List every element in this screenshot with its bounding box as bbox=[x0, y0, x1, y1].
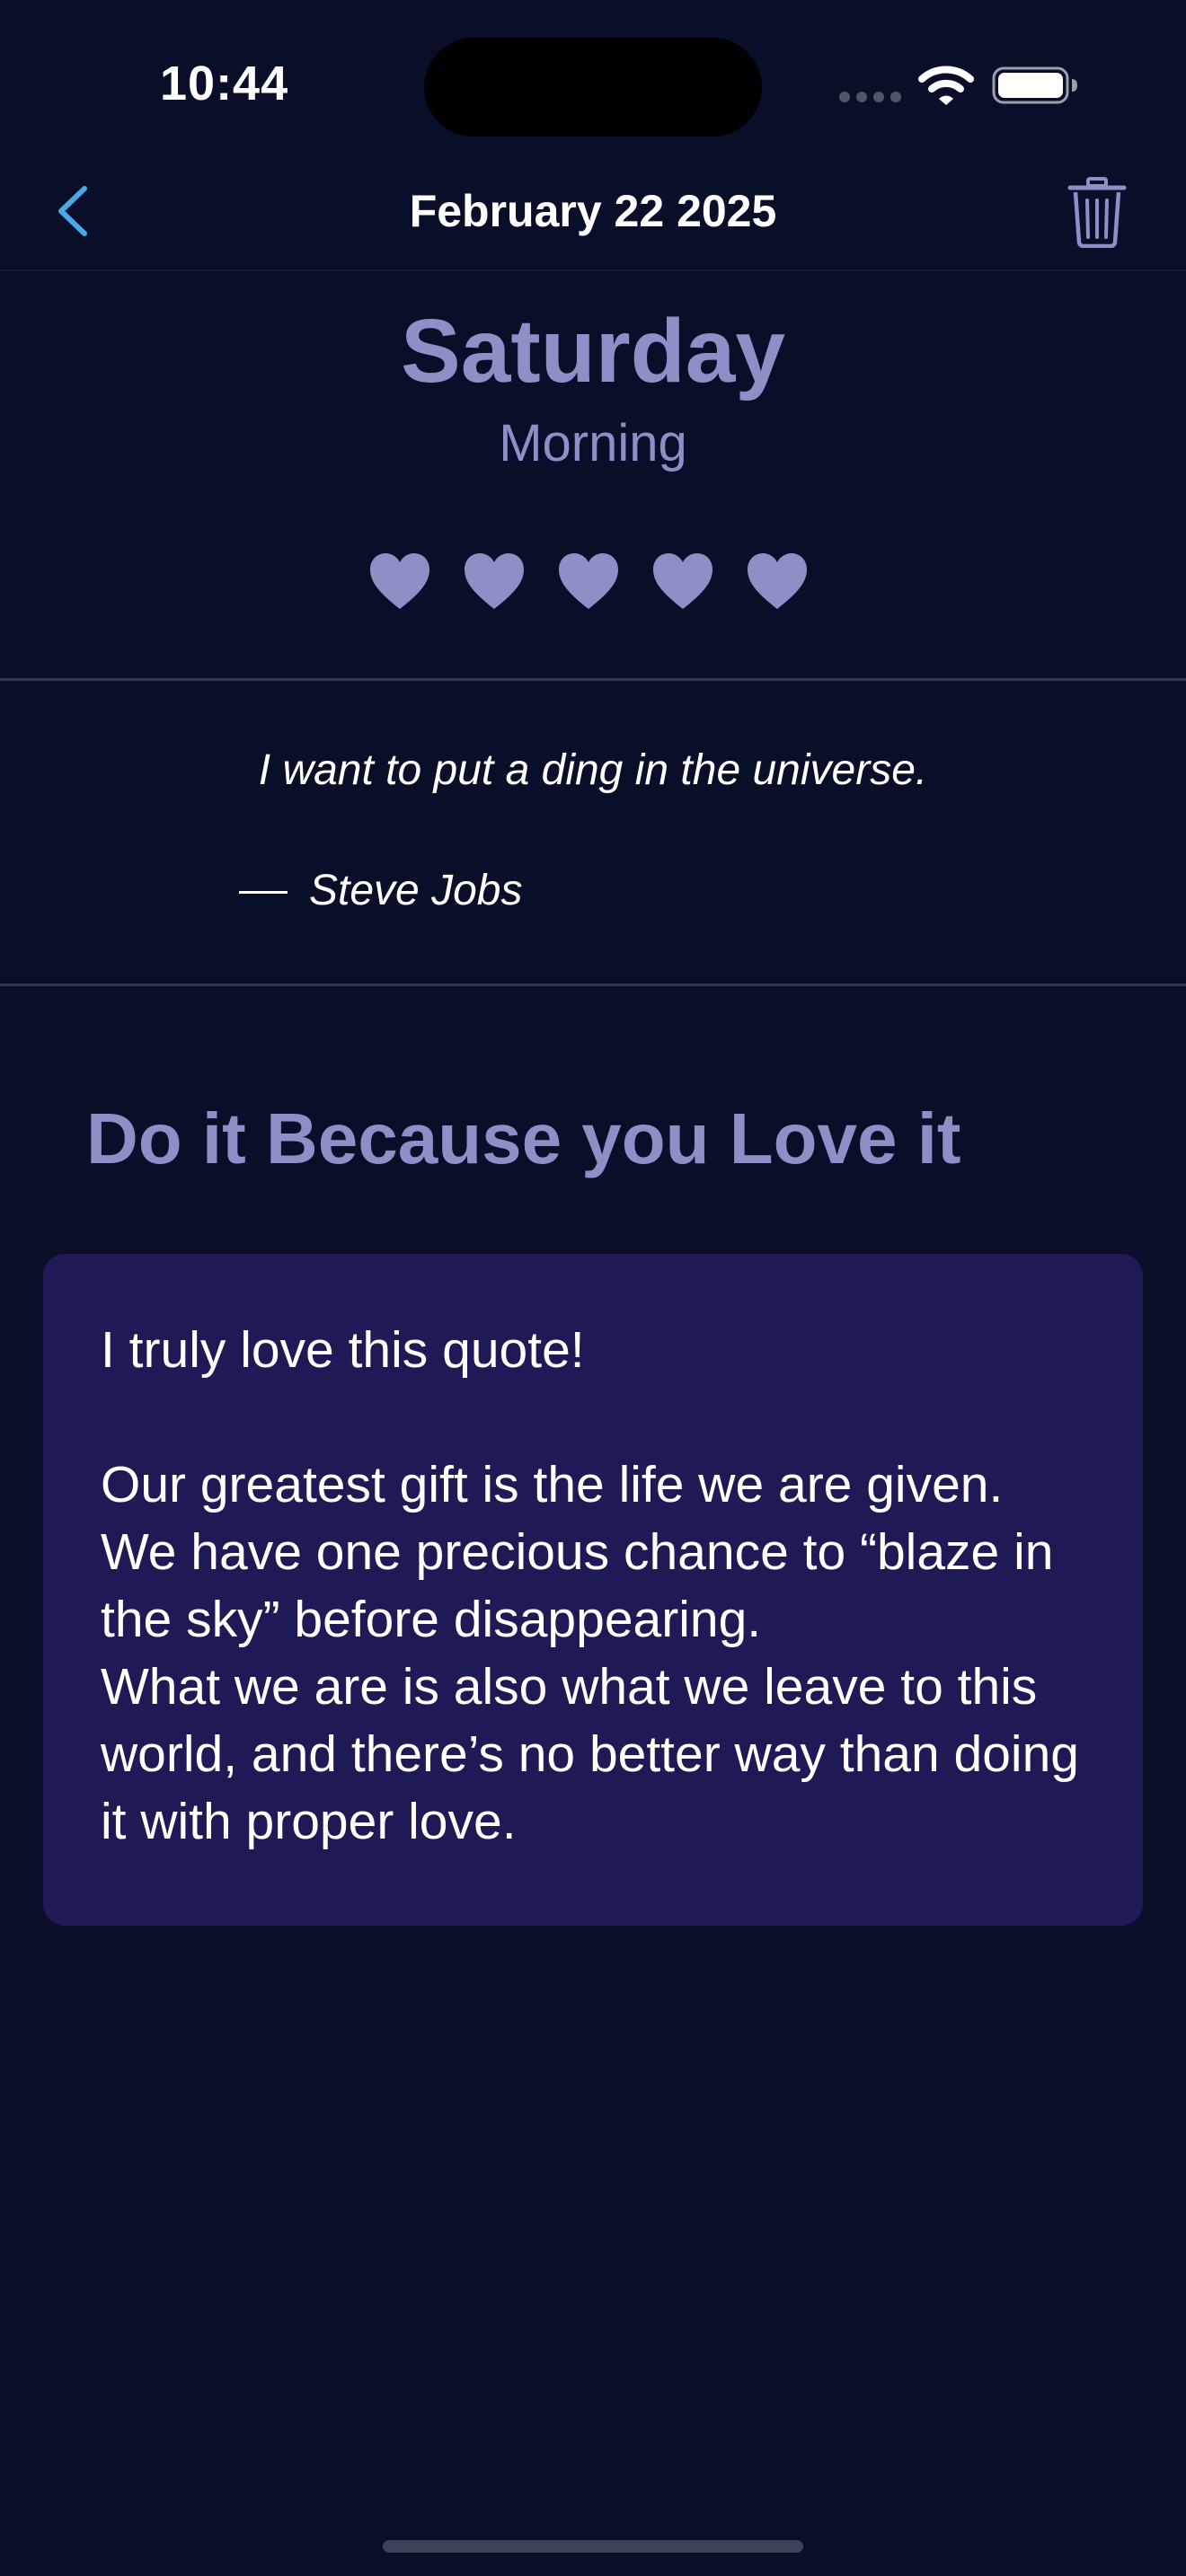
trash-icon bbox=[1067, 177, 1127, 249]
delete-button[interactable] bbox=[1066, 176, 1128, 249]
nav-title: February 22 2025 bbox=[409, 186, 777, 236]
quote-text: I want to put a ding in the universe. bbox=[258, 746, 928, 794]
dynamic-island bbox=[424, 38, 762, 137]
cellular-signal-icon bbox=[839, 92, 902, 102]
battery-icon bbox=[992, 66, 1078, 104]
wifi-icon bbox=[918, 65, 974, 106]
nav-divider bbox=[0, 269, 1186, 271]
quote-dash bbox=[239, 891, 288, 894]
time-of-day-label: Morning bbox=[499, 414, 687, 472]
entry-body-text[interactable]: I truly love this quote! Our greatest gi… bbox=[101, 1317, 1107, 1856]
section-divider bbox=[0, 984, 1186, 986]
heart-icon bbox=[370, 553, 429, 609]
quote-author: Steve Jobs bbox=[309, 867, 523, 914]
heart-icon bbox=[748, 553, 807, 609]
home-indicator[interactable] bbox=[383, 2540, 803, 2553]
status-time: 10:44 bbox=[160, 57, 289, 110]
heart-icon bbox=[465, 553, 524, 609]
entry-title: Do it Because you Love it bbox=[86, 1098, 961, 1178]
section-divider bbox=[0, 678, 1186, 681]
mood-rating bbox=[368, 551, 818, 616]
heart-icon bbox=[559, 553, 618, 609]
heart-icon bbox=[653, 553, 712, 609]
day-title: Saturday bbox=[401, 301, 785, 401]
